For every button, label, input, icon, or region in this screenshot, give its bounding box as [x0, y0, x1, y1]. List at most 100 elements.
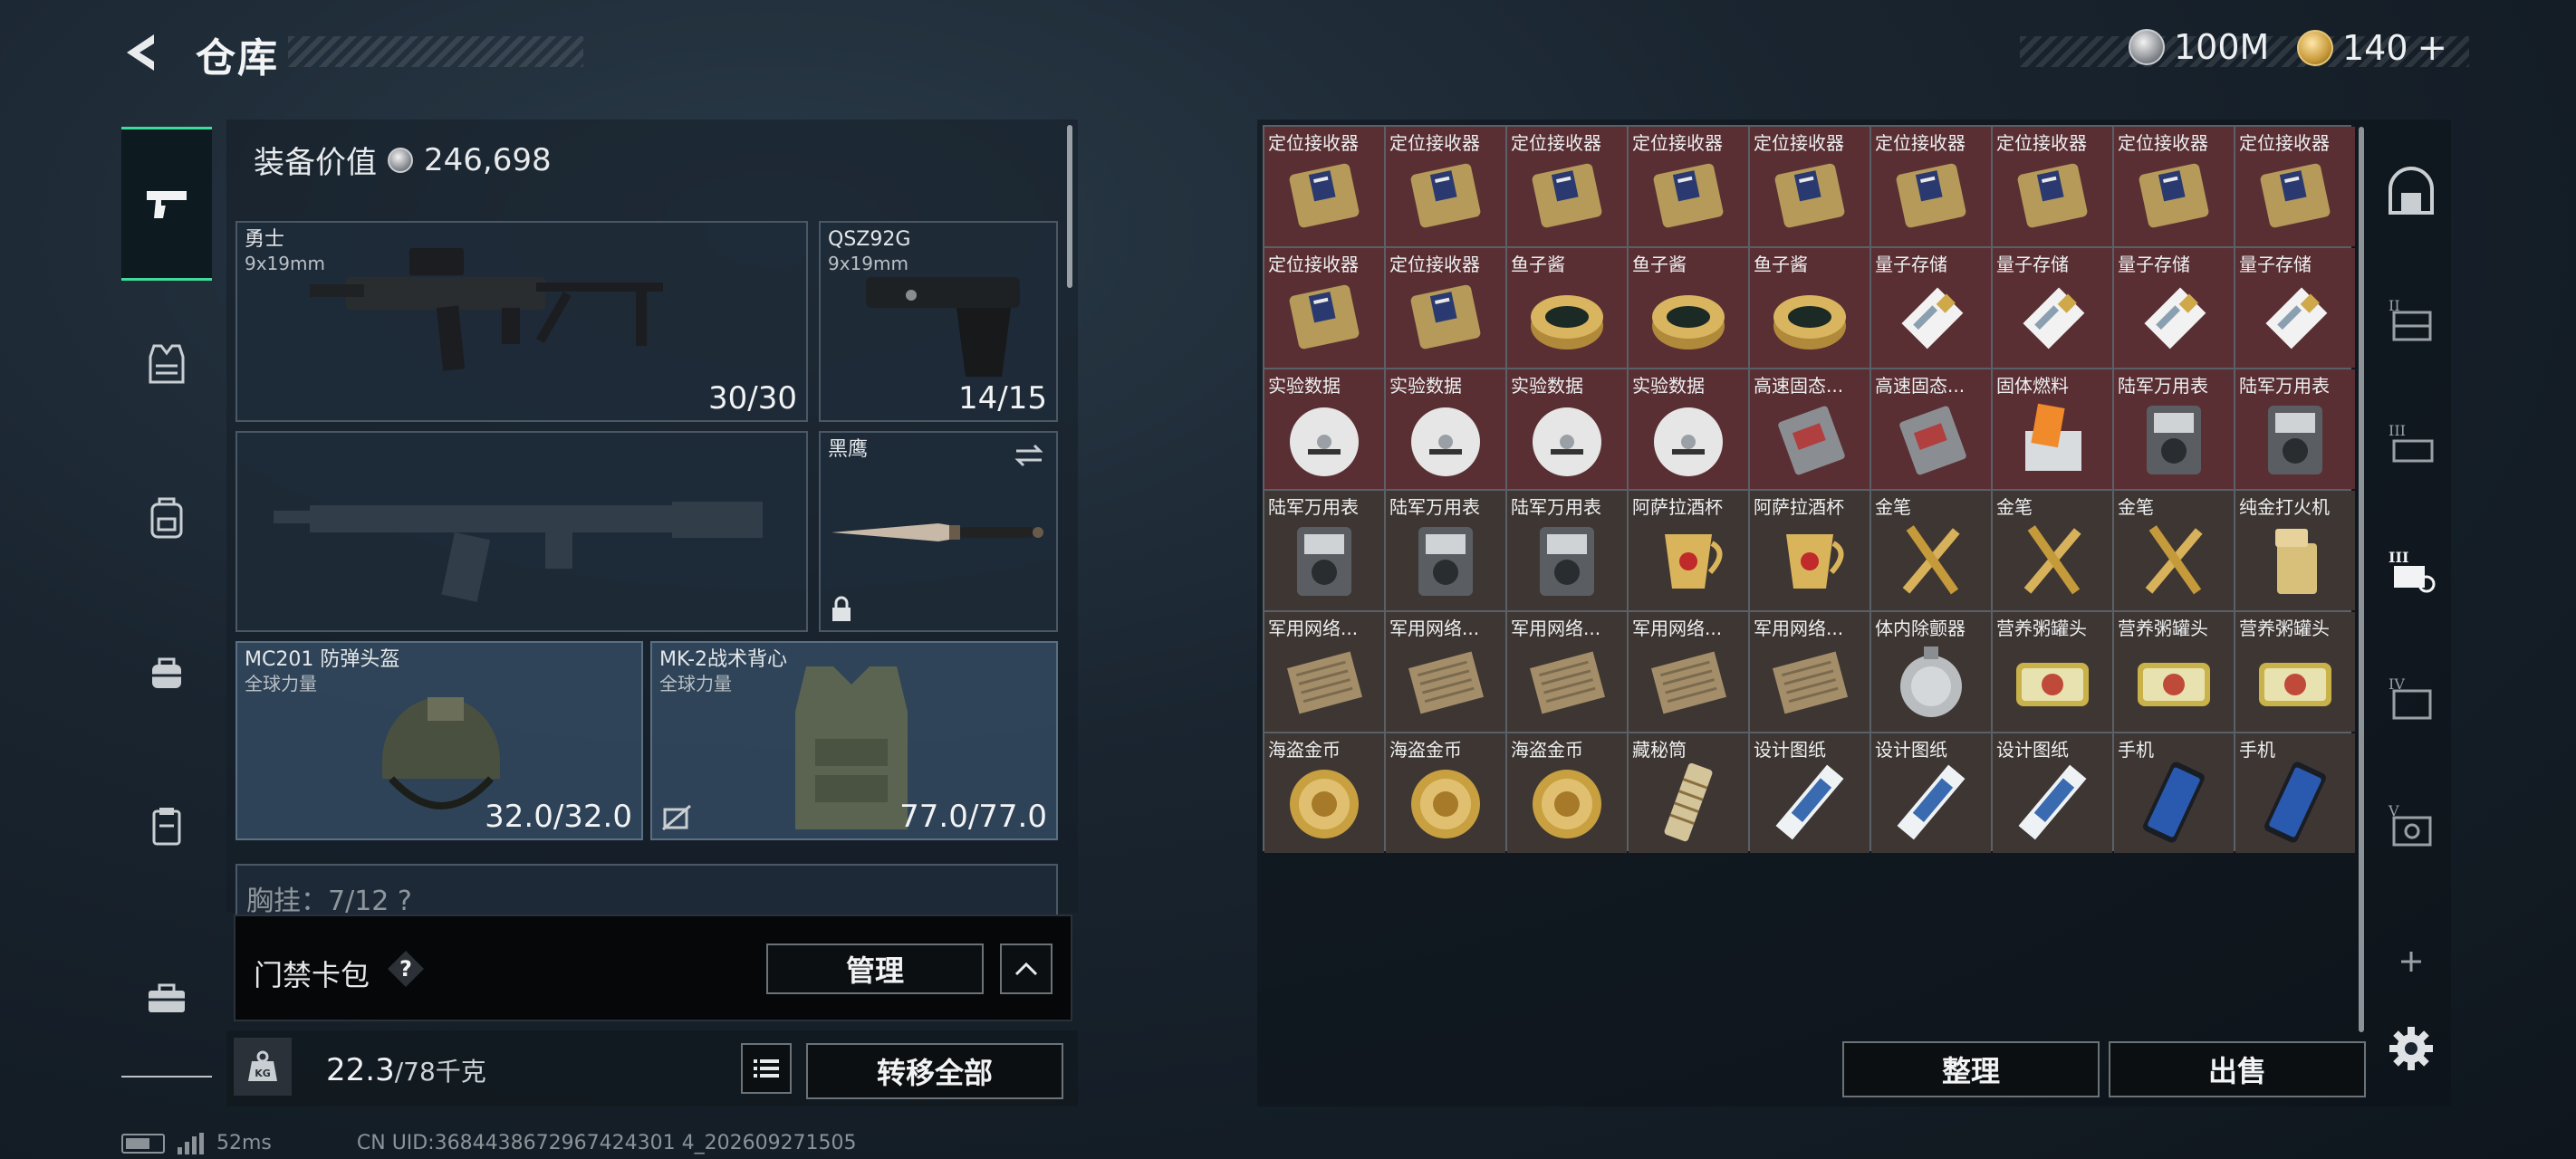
- storage-item[interactable]: 鱼子酱: [1507, 248, 1627, 368]
- storage-item[interactable]: 陆军万用表: [2114, 369, 2234, 489]
- rail-backpacks[interactable]: [121, 473, 212, 563]
- storage-item[interactable]: 陆军万用表: [1507, 491, 1627, 610]
- disc-icon: [1281, 395, 1368, 482]
- storage-item[interactable]: 实验数据: [1386, 369, 1505, 489]
- storage-item[interactable]: 高速固态...: [1871, 369, 1991, 489]
- storage-item[interactable]: 海盗金币: [1386, 733, 1505, 853]
- storage-item[interactable]: 藏秘筒: [1629, 733, 1748, 853]
- helmet-slot[interactable]: MC201 防弹头盔 全球力量 32.0/32.0: [235, 641, 643, 840]
- storage-item[interactable]: 陆军万用表: [1386, 491, 1505, 610]
- storage-item[interactable]: 陆军万用表: [1264, 491, 1384, 610]
- storage-item[interactable]: 设计图纸: [1871, 733, 1991, 853]
- storage-item[interactable]: 纯金打火机: [2235, 491, 2355, 610]
- storage-item[interactable]: 定位接收器: [1750, 127, 1870, 246]
- storage-item[interactable]: 手机: [2235, 733, 2355, 853]
- primary-weapon-slot[interactable]: 勇士 9x19mm 30/30: [235, 221, 808, 422]
- transfer-all-button[interactable]: 转移全部: [806, 1043, 1063, 1099]
- rail-bags[interactable]: [121, 627, 212, 717]
- collapse-button[interactable]: [1000, 943, 1053, 994]
- storage-tab-2[interactable]: II: [2369, 273, 2453, 364]
- add-storage-button[interactable]: [2369, 916, 2453, 1007]
- storage-tab-5[interactable]: V: [2369, 779, 2453, 869]
- chest-rig-slot[interactable]: 胸挂：7/12 ?: [235, 864, 1058, 918]
- storage-item[interactable]: 定位接收器: [2114, 127, 2234, 246]
- network-icon: [1766, 637, 1853, 724]
- storage-item[interactable]: 实验数据: [1507, 369, 1627, 489]
- sort-button[interactable]: 整理: [1842, 1041, 2100, 1097]
- storage-item[interactable]: 海盗金币: [1264, 733, 1384, 853]
- storage-item[interactable]: 定位接收器: [1871, 127, 1991, 246]
- storage-item[interactable]: 阿萨拉酒杯: [1750, 491, 1870, 610]
- storage-item[interactable]: 量子存储: [1871, 248, 1991, 368]
- storage-item[interactable]: 实验数据: [1629, 369, 1748, 489]
- storage-item[interactable]: 定位接收器: [1264, 127, 1384, 246]
- storage-item[interactable]: 营养粥罐头: [1993, 612, 2112, 732]
- add-currency-button[interactable]: +: [2417, 27, 2448, 69]
- storage-item[interactable]: 高速固态...: [1750, 369, 1870, 489]
- rail-weapons[interactable]: [121, 127, 212, 281]
- sidearm-slot[interactable]: QSZ92G 9x19mm 14/15: [819, 221, 1058, 422]
- storage-item[interactable]: 海盗金币: [1507, 733, 1627, 853]
- currency-silver[interactable]: 100M: [2129, 27, 2269, 67]
- swap-icon[interactable]: [1013, 442, 1045, 469]
- storage-item[interactable]: 体内除颤器: [1871, 612, 1991, 732]
- storage-item[interactable]: 军用网络...: [1386, 612, 1505, 732]
- back-arrow-icon[interactable]: [118, 31, 168, 74]
- help-icon[interactable]: ?: [386, 949, 426, 989]
- storage-item-name: 营养粥罐头: [2118, 618, 2208, 639]
- lock-icon: [832, 596, 851, 621]
- cryptex-icon: [1645, 759, 1732, 846]
- storage-item[interactable]: 定位接收器: [1507, 127, 1627, 246]
- storage-item[interactable]: 金笔: [2114, 491, 2234, 610]
- manage-button[interactable]: 管理: [766, 943, 984, 994]
- storage-item[interactable]: 量子存储: [2114, 248, 2234, 368]
- storage-item[interactable]: 军用网络...: [1264, 612, 1384, 732]
- storage-item[interactable]: 营养粥罐头: [2235, 612, 2355, 732]
- storage-tab-main[interactable]: [2369, 147, 2453, 237]
- storage-item-name: 定位接收器: [1875, 132, 1966, 154]
- melee-slot[interactable]: 黑鹰: [819, 431, 1058, 632]
- sell-button[interactable]: 出售: [2109, 1041, 2366, 1097]
- storage-item-name: 量子存储: [1996, 254, 2069, 275]
- storage-item[interactable]: 实验数据: [1264, 369, 1384, 489]
- storage-item[interactable]: 设计图纸: [1993, 733, 2112, 853]
- storage-item[interactable]: 定位接收器: [1386, 248, 1505, 368]
- storage-item[interactable]: 定位接收器: [1629, 127, 1748, 246]
- storage-item[interactable]: 金笔: [1993, 491, 2112, 610]
- storage-item[interactable]: 定位接收器: [1386, 127, 1505, 246]
- currency-gold[interactable]: 140 +: [2297, 27, 2447, 69]
- storage-item[interactable]: 量子存储: [1993, 248, 2112, 368]
- storage-item[interactable]: 固体燃料: [1993, 369, 2112, 489]
- storage-tab-4[interactable]: IV: [2369, 652, 2453, 742]
- list-view-button[interactable]: [741, 1043, 792, 1094]
- settings-button[interactable]: [2369, 1003, 2453, 1094]
- rail-vests[interactable]: [121, 319, 212, 409]
- storage-item[interactable]: 营养粥罐头: [2114, 612, 2234, 732]
- storage-item[interactable]: 金笔: [1871, 491, 1991, 610]
- storage-item-name: 定位接收器: [1268, 132, 1359, 154]
- storage-item[interactable]: 阿萨拉酒杯: [1629, 491, 1748, 610]
- vest-icon: [149, 344, 185, 384]
- storage-item[interactable]: 定位接收器: [1264, 248, 1384, 368]
- storage-tabs-rail: II III III IV V: [2369, 127, 2453, 1106]
- secondary-weapon-slot-empty[interactable]: [235, 431, 808, 632]
- storage-item[interactable]: 军用网络...: [1750, 612, 1870, 732]
- storage-item[interactable]: 手机: [2114, 733, 2234, 853]
- storage-item[interactable]: 鱼子酱: [1750, 248, 1870, 368]
- rail-toolbox[interactable]: [121, 953, 212, 1043]
- equipment-scrollbar[interactable]: [1067, 125, 1072, 288]
- storage-item[interactable]: 设计图纸: [1750, 733, 1870, 853]
- storage-item[interactable]: 鱼子酱: [1629, 248, 1748, 368]
- storage-item[interactable]: 军用网络...: [1507, 612, 1627, 732]
- storage-item[interactable]: 定位接收器: [2235, 127, 2355, 246]
- storage-item[interactable]: 陆军万用表: [2235, 369, 2355, 489]
- storage-item[interactable]: 军用网络...: [1629, 612, 1748, 732]
- storage-scrollbar[interactable]: [2359, 127, 2364, 1032]
- armor-slot[interactable]: MK-2战术背心 全球力量 77.0/77.0: [650, 641, 1058, 840]
- storage-item[interactable]: 定位接收器: [1993, 127, 2112, 246]
- storage-item[interactable]: 量子存储: [2235, 248, 2355, 368]
- storage-tab-3[interactable]: III: [2369, 398, 2453, 489]
- storage-tab-3b[interactable]: III: [2369, 525, 2453, 616]
- rail-containers[interactable]: [121, 781, 212, 871]
- receiver-icon: [1281, 152, 1368, 239]
